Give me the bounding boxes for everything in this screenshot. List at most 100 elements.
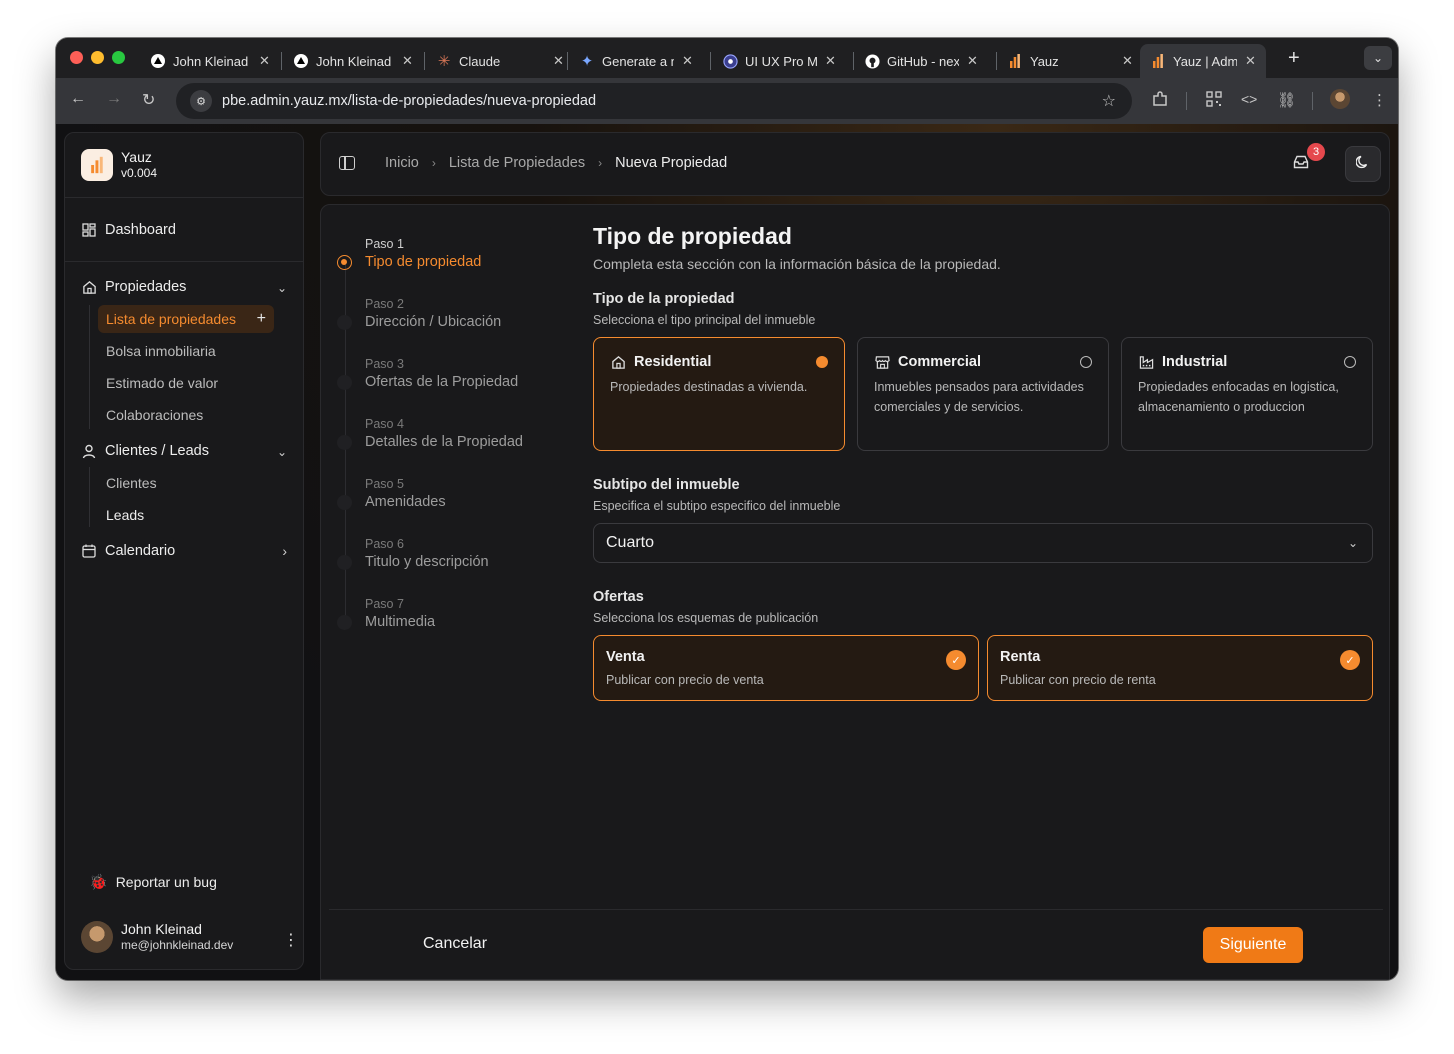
card-description: Propiedades destinadas a vivienda.	[610, 380, 808, 394]
step-5[interactable]: Paso 5 Amenidades	[365, 477, 446, 510]
property-type-residential-card[interactable]: Residential Propiedades destinadas a viv…	[593, 337, 845, 451]
step-6[interactable]: Paso 6 Titulo y descripción	[365, 537, 489, 570]
brand[interactable]: Yauz v0.004	[81, 149, 157, 181]
maximize-window-button[interactable]	[112, 51, 125, 64]
tab-strip: John Kleinad ✕ John Kleinad ✕ ✳ Claude ✕…	[56, 38, 1398, 78]
profile-avatar[interactable]	[1330, 89, 1350, 109]
close-icon[interactable]: ✕	[682, 53, 693, 69]
close-icon[interactable]: ✕	[402, 53, 413, 69]
close-icon[interactable]: ✕	[553, 53, 564, 69]
sidebar-subitem-bolsa-inmobiliaria[interactable]: Bolsa inmobiliaria	[106, 343, 216, 359]
radio-selected[interactable]	[816, 356, 828, 368]
browser-tab[interactable]: GitHub - nex ✕	[864, 44, 978, 78]
sidebar-subitem-estimado-de-valor[interactable]: Estimado de valor	[106, 375, 218, 391]
close-window-button[interactable]	[70, 51, 83, 64]
forward-icon[interactable]: →	[106, 90, 122, 108]
step-number: Paso 3	[365, 357, 404, 371]
more-menu-icon[interactable]: ⋮	[1372, 91, 1387, 109]
bookmark-star-icon[interactable]: ☆	[1102, 91, 1116, 111]
sidebar: Yauz v0.004 Dashboard Propiedades ⌄ List…	[64, 132, 304, 970]
tab-search-icon[interactable]: ⌄	[1364, 46, 1392, 70]
new-tab-icon[interactable]: +	[1288, 47, 1300, 70]
radio-unselected[interactable]	[1080, 356, 1092, 368]
sidebar-subitem-colaboraciones[interactable]: Colaboraciones	[106, 407, 203, 423]
user-profile[interactable]: John Kleinad me@johnkleinad.dev	[81, 921, 233, 953]
close-icon[interactable]: ✕	[825, 53, 836, 69]
sidebar-subitem-lista-de-propiedades[interactable]: Lista de propiedades +	[98, 305, 274, 333]
sidebar-item-clientes-leads[interactable]: Clientes / Leads	[81, 443, 209, 459]
check-icon[interactable]: ✓	[1340, 650, 1360, 670]
sidebar-item-propiedades[interactable]: Propiedades	[81, 279, 289, 295]
toggle-sidebar-icon[interactable]	[339, 156, 355, 170]
step-2[interactable]: Paso 2 Dirección / Ubicación	[365, 297, 501, 330]
oferta-renta-card[interactable]: Renta Publicar con precio de renta ✓	[987, 635, 1373, 701]
property-type-commercial-card[interactable]: Commercial Inmuebles pensados para activ…	[857, 337, 1109, 451]
breadcrumb-lista-de-propiedades[interactable]: Lista de Propiedades	[449, 155, 585, 171]
step-3[interactable]: Paso 3 Ofertas de la Propiedad	[365, 357, 518, 390]
inbox-icon[interactable]	[1293, 155, 1309, 174]
step-7[interactable]: Paso 7 Multimedia	[365, 597, 435, 630]
step-name: Multimedia	[365, 614, 436, 630]
breadcrumb-inicio[interactable]: Inicio	[385, 155, 419, 171]
sidebar-item-label: Clientes / Leads	[105, 443, 209, 459]
next-button[interactable]: Siguiente	[1203, 927, 1303, 963]
step-4[interactable]: Paso 4 Detalles de la Propiedad	[365, 417, 523, 450]
extensions-icon[interactable]	[1152, 91, 1168, 111]
card-title: Venta	[606, 649, 645, 665]
browser-tab[interactable]: ✦ Generate a n ✕	[579, 44, 693, 78]
sidebar-item-label: Calendario	[105, 543, 176, 559]
close-icon[interactable]: ✕	[967, 53, 978, 69]
tab-title: John Kleinad	[173, 53, 249, 69]
radio-unselected[interactable]	[1344, 356, 1356, 368]
browser-tab-active[interactable]: Yauz | Admin ✕	[1140, 44, 1266, 78]
qr-code-icon[interactable]	[1206, 91, 1222, 111]
window-controls	[70, 51, 125, 64]
code-icon[interactable]: <>	[1241, 91, 1257, 107]
cancel-button[interactable]: Cancelar	[423, 935, 487, 953]
sidebar-subitem-clientes[interactable]: Clientes	[106, 475, 157, 491]
oferta-venta-card[interactable]: Venta Publicar con precio de venta ✓	[593, 635, 979, 701]
chevron-down-icon[interactable]: ⌄	[277, 445, 287, 459]
subtipo-select[interactable]: Cuarto ⌄	[593, 523, 1373, 563]
notification-badge: 3	[1307, 143, 1325, 161]
tab-title: John Kleinad	[316, 53, 392, 69]
step-1[interactable]: Paso 1 Tipo de propiedad	[365, 237, 481, 270]
yauz-logo-icon	[1150, 53, 1166, 69]
globe-icon	[722, 53, 738, 69]
browser-tab[interactable]: John Kleinad ✕	[150, 44, 270, 78]
sparkle-icon: ✦	[580, 53, 594, 70]
url-text[interactable]: pbe.admin.yauz.mx/lista-de-propiedades/n…	[222, 93, 596, 109]
browser-tab[interactable]: UI UX Pro M ✕	[722, 44, 836, 78]
tab-divider	[281, 52, 282, 70]
card-title: Commercial	[898, 354, 982, 370]
chevron-down-icon[interactable]: ⌄	[277, 281, 287, 295]
triangle-logo-icon	[150, 53, 166, 69]
link-icon[interactable]: ⛓	[1277, 91, 1296, 109]
add-icon[interactable]: +	[257, 310, 266, 328]
browser-tab[interactable]: ✳ Claude ✕	[436, 44, 564, 78]
address-bar[interactable]: ⚙ pbe.admin.yauz.mx/lista-de-propiedades…	[176, 83, 1132, 119]
yauz-logo-icon	[81, 149, 113, 181]
property-type-industrial-card[interactable]: Industrial Propiedades enfocadas en logi…	[1121, 337, 1373, 451]
chevron-right-icon[interactable]: ›	[282, 543, 287, 559]
report-bug-button[interactable]: 🐞 Reportar un bug	[89, 873, 217, 891]
site-settings-icon[interactable]: ⚙	[190, 90, 212, 112]
close-icon[interactable]: ✕	[259, 53, 270, 69]
sidebar-subitem-label: Lista de propiedades	[106, 311, 236, 327]
browser-tab[interactable]: Yauz ✕	[1007, 44, 1133, 78]
claude-icon: ✳	[437, 53, 451, 70]
browser-tab[interactable]: John Kleinad ✕	[293, 44, 413, 78]
sidebar-item-calendario[interactable]: Calendario	[81, 543, 175, 559]
back-icon[interactable]: ←	[70, 90, 86, 108]
step-name: Ofertas de la Propiedad	[365, 374, 519, 390]
sidebar-divider	[65, 261, 303, 262]
close-icon[interactable]: ✕	[1245, 53, 1256, 69]
sidebar-item-dashboard[interactable]: Dashboard	[81, 222, 176, 238]
close-icon[interactable]: ✕	[1122, 53, 1133, 69]
theme-toggle-button[interactable]	[1345, 146, 1381, 182]
check-icon[interactable]: ✓	[946, 650, 966, 670]
user-menu-icon[interactable]: ⋮	[283, 930, 299, 950]
minimize-window-button[interactable]	[91, 51, 104, 64]
sidebar-subitem-leads[interactable]: Leads	[106, 507, 144, 523]
reload-icon[interactable]: ↻	[142, 90, 155, 110]
